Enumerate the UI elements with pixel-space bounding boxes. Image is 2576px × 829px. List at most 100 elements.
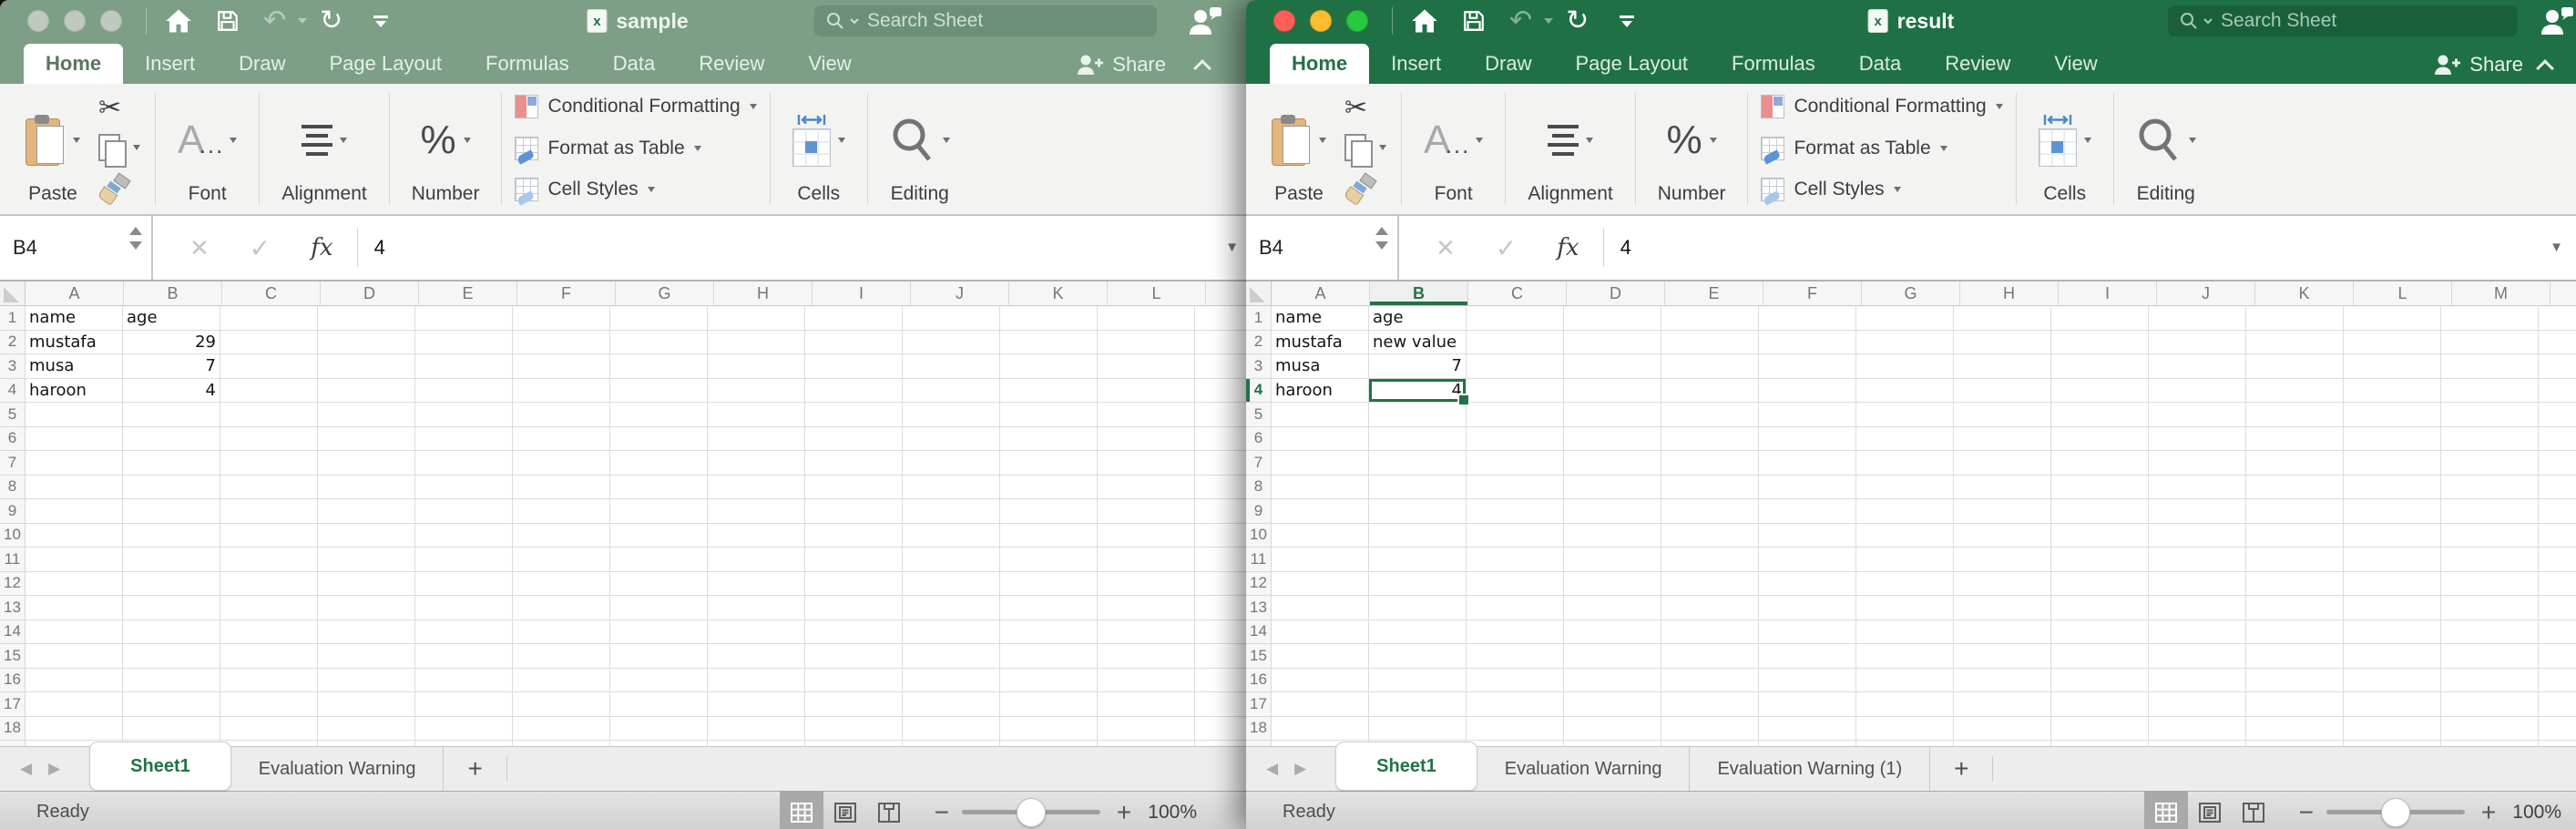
cell-G5[interactable] xyxy=(610,403,708,427)
cell-F5[interactable] xyxy=(1759,403,1856,427)
cell-C14[interactable] xyxy=(220,620,318,645)
column-header-A[interactable]: A xyxy=(26,281,124,306)
column-header-A[interactable]: A xyxy=(1272,281,1370,306)
column-header-K[interactable]: K xyxy=(2255,281,2354,306)
cell-I15[interactable] xyxy=(805,644,903,669)
cell-A10[interactable] xyxy=(26,524,123,548)
toolbar-options-icon[interactable] xyxy=(1620,15,1634,27)
column-header-D[interactable]: D xyxy=(1567,281,1665,306)
cell-A3[interactable]: musa xyxy=(26,354,123,379)
cell-H5[interactable] xyxy=(708,403,805,427)
cell-C11[interactable] xyxy=(220,548,318,572)
cell-I1[interactable] xyxy=(2051,306,2149,331)
cell-J2[interactable] xyxy=(2149,331,2246,355)
cell-B14[interactable] xyxy=(123,620,220,645)
cell-C15[interactable] xyxy=(220,644,318,669)
cell-M11[interactable] xyxy=(2441,548,2539,572)
cell-H9[interactable] xyxy=(1954,499,2051,524)
cell-L8[interactable] xyxy=(2344,476,2441,500)
cell-H2[interactable] xyxy=(708,331,805,355)
select-all-corner[interactable] xyxy=(0,281,26,306)
cell-D13[interactable] xyxy=(1564,596,1661,620)
cell-G7[interactable] xyxy=(1856,451,1954,476)
copy-icon[interactable] xyxy=(98,134,140,165)
cell-E7[interactable] xyxy=(1661,451,1759,476)
conditional-formatting-dropdown-icon[interactable] xyxy=(750,104,757,109)
row-header-6[interactable]: 6 xyxy=(0,427,26,452)
cell-F6[interactable] xyxy=(1759,427,1856,452)
cell-G8[interactable] xyxy=(610,476,708,500)
cancel-icon[interactable]: ✕ xyxy=(1436,234,1456,262)
cell-C5[interactable] xyxy=(1467,403,1564,427)
cell-A4[interactable]: haroon xyxy=(1272,379,1369,404)
row-header-9[interactable]: 9 xyxy=(0,499,26,524)
cell-A6[interactable] xyxy=(26,427,123,452)
cell-L9[interactable] xyxy=(1098,499,1195,524)
cell-C17[interactable] xyxy=(1467,692,1564,717)
cell-C18[interactable] xyxy=(1467,717,1564,742)
cell-L3[interactable] xyxy=(1098,354,1195,379)
cell-H12[interactable] xyxy=(1954,572,2051,597)
cell-B8[interactable] xyxy=(123,476,220,500)
cell-A5[interactable] xyxy=(26,403,123,427)
column-header-J[interactable]: J xyxy=(911,281,1009,306)
cell-C5[interactable] xyxy=(220,403,318,427)
zoom-level[interactable]: 100% xyxy=(1148,802,1197,824)
cell-L17[interactable] xyxy=(1098,692,1195,717)
cell-A18[interactable] xyxy=(26,717,123,742)
cell-F11[interactable] xyxy=(1759,548,1856,572)
format-painter-icon[interactable] xyxy=(1344,176,1377,205)
cell-K15[interactable] xyxy=(1000,644,1098,669)
cell-A3[interactable]: musa xyxy=(1272,354,1369,379)
cell-L4[interactable] xyxy=(1098,379,1195,404)
cell-K13[interactable] xyxy=(2246,596,2344,620)
format-painter-icon[interactable] xyxy=(98,176,131,205)
cell-A4[interactable]: haroon xyxy=(26,379,123,404)
cell-F15[interactable] xyxy=(1759,644,1856,669)
cell-G6[interactable] xyxy=(1856,427,1954,452)
cell-I1[interactable] xyxy=(805,306,903,331)
sheet-tab-evaluation-warning-1[interactable]: Evaluation Warning (1) xyxy=(1690,747,1930,791)
row-header-14[interactable]: 14 xyxy=(0,620,26,645)
cell-A11[interactable] xyxy=(26,548,123,572)
share-button[interactable]: Share xyxy=(2434,53,2523,77)
cell-A16[interactable] xyxy=(26,669,123,693)
formula-input[interactable]: 4 xyxy=(374,236,385,260)
cell-X12[interactable] xyxy=(2539,572,2576,597)
cell-G14[interactable] xyxy=(610,620,708,645)
cell-H8[interactable] xyxy=(708,476,805,500)
cell-G9[interactable] xyxy=(610,499,708,524)
cell-F7[interactable] xyxy=(1759,451,1856,476)
cell-E17[interactable] xyxy=(1661,692,1759,717)
zoom-out-icon[interactable]: − xyxy=(2299,798,2314,827)
cell-K3[interactable] xyxy=(2246,354,2344,379)
cell-C18[interactable] xyxy=(220,717,318,742)
sheet-tab-sheet1[interactable]: Sheet1 xyxy=(1335,742,1477,791)
cell-H9[interactable] xyxy=(708,499,805,524)
cell-E7[interactable] xyxy=(415,451,513,476)
confirm-icon[interactable]: ✓ xyxy=(250,233,271,263)
cell-I15[interactable] xyxy=(2051,644,2149,669)
cell-F4[interactable] xyxy=(513,379,610,404)
cell-K17[interactable] xyxy=(1000,692,1098,717)
column-header-F[interactable]: F xyxy=(1763,281,1862,306)
cell-E1[interactable] xyxy=(1661,306,1759,331)
cell-L7[interactable] xyxy=(2344,451,2441,476)
cell-B17[interactable] xyxy=(123,692,220,717)
contacts-icon[interactable] xyxy=(2540,6,2574,40)
paste-dropdown-icon[interactable] xyxy=(1319,138,1326,143)
cell-I18[interactable] xyxy=(2051,717,2149,742)
cell-G15[interactable] xyxy=(610,644,708,669)
cell-G3[interactable] xyxy=(610,354,708,379)
cell-G16[interactable] xyxy=(1856,669,1954,693)
cell-I2[interactable] xyxy=(2051,331,2149,355)
tab-view[interactable]: View xyxy=(2032,44,2119,84)
cell-B6[interactable] xyxy=(1369,427,1467,452)
cell-C14[interactable] xyxy=(1467,620,1564,645)
editing-dropdown-icon[interactable] xyxy=(943,138,950,143)
cell-C12[interactable] xyxy=(1467,572,1564,597)
close-icon[interactable] xyxy=(1273,10,1295,32)
cell-B1[interactable]: age xyxy=(1369,306,1467,331)
cell-I14[interactable] xyxy=(2051,620,2149,645)
cell-I18[interactable] xyxy=(805,717,903,742)
